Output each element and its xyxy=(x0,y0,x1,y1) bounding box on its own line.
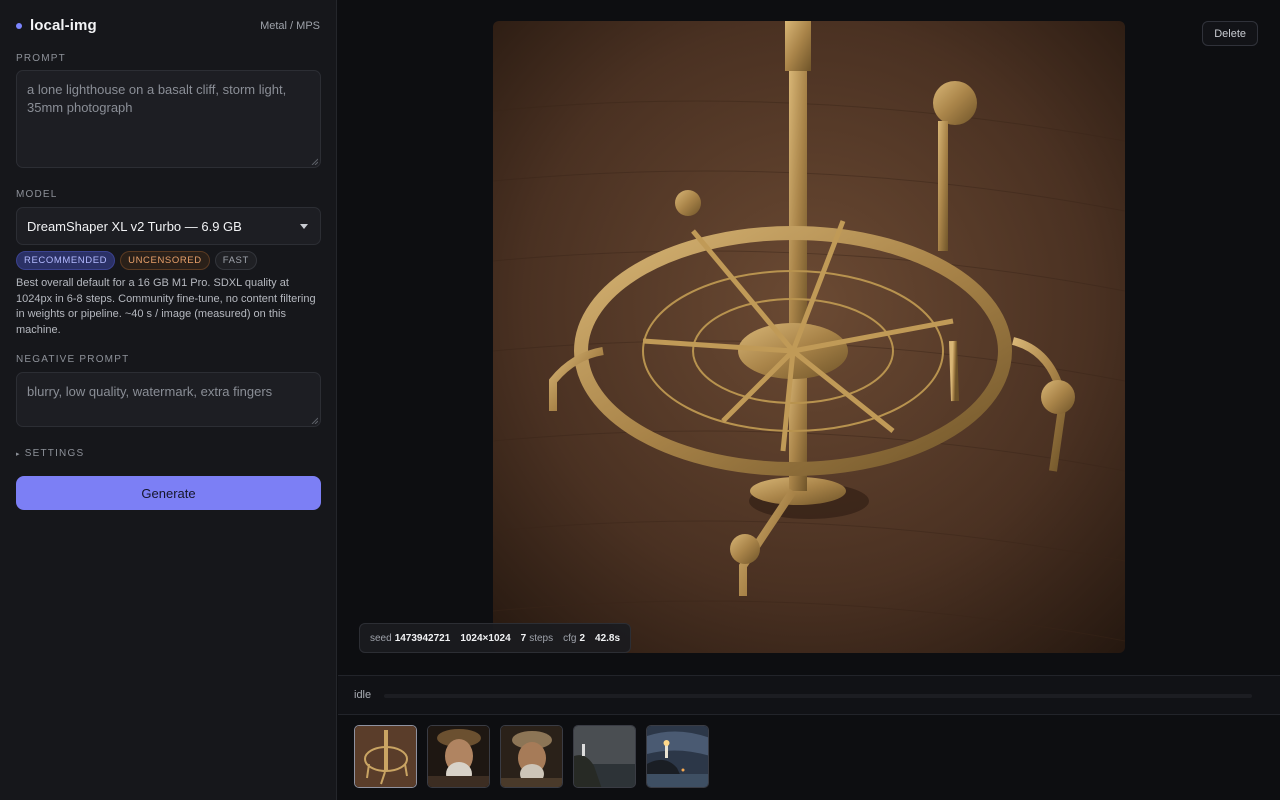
generation-meta: seed 1473942721 1024×1024 7 steps cfg 2 … xyxy=(359,623,632,653)
lighthouse-day-image xyxy=(574,726,635,787)
resize-grip-icon[interactable] xyxy=(311,417,318,424)
app-title: local-img xyxy=(30,17,97,34)
settings-toggle[interactable]: ▸ SETTINGS xyxy=(16,448,84,459)
brass-orrery-image xyxy=(493,21,1125,653)
meta-steps: 7 steps xyxy=(521,633,553,644)
model-label: MODEL xyxy=(16,189,58,200)
old-man-cap-portrait-image xyxy=(501,726,562,787)
meta-cfg: cfg 2 xyxy=(563,633,585,644)
generate-button[interactable]: Generate xyxy=(16,476,321,510)
resize-grip-icon[interactable] xyxy=(311,158,318,165)
steps-label: steps xyxy=(529,632,554,644)
time-value: 42.8s xyxy=(595,632,621,644)
status-dot-icon xyxy=(16,22,22,29)
cfg-value: 2 xyxy=(579,632,586,644)
meta-seed: seed 1473942721 xyxy=(370,633,450,644)
model-badges: RECOMMENDED UNCENSORED FAST xyxy=(16,251,257,270)
badge-recommended: RECOMMENDED xyxy=(16,251,116,270)
model-description: Best overall default for a 16 GB M1 Pro.… xyxy=(16,277,316,336)
backend-label: Metal / MPS xyxy=(260,20,320,32)
brand: local-img xyxy=(16,17,97,34)
seed-label: seed xyxy=(370,632,392,644)
generated-image xyxy=(493,21,1125,653)
meta-time: 42.8s xyxy=(595,633,620,644)
model-select[interactable]: DreamShaper XL v2 Turbo — 6.9 GB xyxy=(16,207,321,245)
meta-size: 1024×1024 xyxy=(460,633,510,644)
badge-fast: FAST xyxy=(214,251,257,270)
old-man-portrait-image xyxy=(428,726,489,787)
settings-label: SETTINGS xyxy=(24,448,85,459)
orrery-thumb-image xyxy=(355,726,416,787)
status-bar: idle xyxy=(338,675,1280,715)
seed-value: 1473942721 xyxy=(394,632,451,644)
model-selected-value: DreamShaper XL v2 Turbo — 6.9 GB xyxy=(27,218,242,234)
history-thumb-portrait-1[interactable] xyxy=(427,725,490,788)
progress-bar xyxy=(384,694,1252,698)
caret-right-icon: ▸ xyxy=(16,450,21,458)
history-thumb-portrait-2[interactable] xyxy=(500,725,563,788)
prompt-text: a lone lighthouse on a basalt cliff, sto… xyxy=(27,82,287,115)
lighthouse-night-image xyxy=(647,726,708,787)
delete-button[interactable]: Delete xyxy=(1202,21,1258,46)
badge-uncensored: UNCENSORED xyxy=(120,251,210,270)
chevron-down-icon xyxy=(300,224,308,229)
history-thumb-orrery[interactable] xyxy=(354,725,417,788)
size-value: 1024×1024 xyxy=(460,632,511,644)
steps-value: 7 xyxy=(520,632,527,644)
negative-prompt-text: blurry, low quality, watermark, extra fi… xyxy=(27,384,273,399)
prompt-label: PROMPT xyxy=(16,53,66,64)
negative-prompt-label: NEGATIVE PROMPT xyxy=(16,354,130,365)
history-thumb-lighthouse-day[interactable] xyxy=(573,725,636,788)
history-thumb-lighthouse-night[interactable] xyxy=(646,725,709,788)
main-viewer: Delete seed 1473942721 1024×1024 7 steps… xyxy=(338,0,1280,800)
prompt-input[interactable]: a lone lighthouse on a basalt cliff, sto… xyxy=(16,70,321,168)
sidebar: local-img Metal / MPS PROMPT a lone ligh… xyxy=(0,0,337,800)
negative-prompt-input[interactable]: blurry, low quality, watermark, extra fi… xyxy=(16,372,321,427)
status-text: idle xyxy=(354,689,372,701)
cfg-label: cfg xyxy=(563,632,577,644)
history-strip xyxy=(354,725,709,788)
